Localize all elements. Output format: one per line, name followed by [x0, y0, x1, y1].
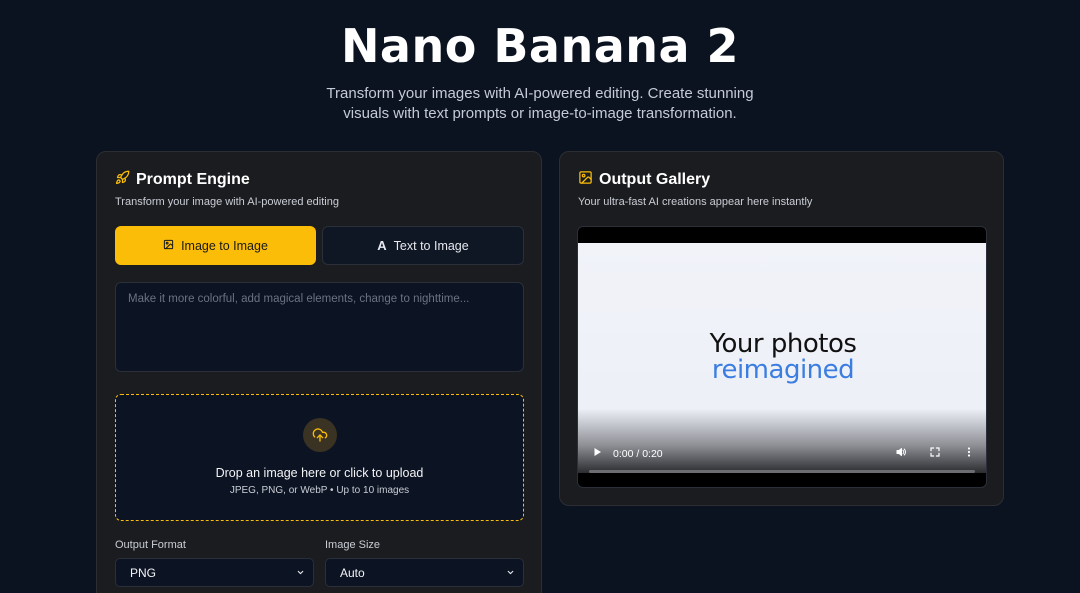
output-format-select[interactable]: PNG: [115, 558, 314, 587]
upload-title: Drop an image here or click to upload: [215, 466, 424, 480]
text-a-icon: A: [377, 238, 387, 253]
image-size-select[interactable]: Auto: [325, 558, 524, 587]
more-options-icon[interactable]: [963, 446, 975, 458]
output-gallery-title: Output Gallery: [599, 171, 711, 188]
rocket-icon: [115, 170, 130, 190]
image-upload-dropzone[interactable]: Drop an image here or click to upload JP…: [115, 394, 524, 521]
tab-label: Image to Image: [181, 238, 268, 253]
output-gallery-subtitle: Your ultra-fast AI creations appear here…: [578, 196, 813, 208]
output-gallery-header: Output Gallery: [578, 170, 710, 190]
prompt-engine-subtitle: Transform your image with AI-powered edi…: [115, 196, 339, 208]
demo-video-player[interactable]: Your photos reimagined 0:00 / 0:20: [577, 226, 987, 488]
image-size-value: Auto: [340, 565, 365, 580]
page-subtitle: Transform your images with AI-powered ed…: [326, 85, 754, 122]
image-icon: [163, 239, 174, 253]
hero: Nano Banana 2 Transform your images with…: [0, 0, 1080, 124]
fullscreen-icon[interactable]: [929, 446, 941, 458]
volume-icon[interactable]: [895, 446, 907, 458]
image-size-label: Image Size: [325, 539, 381, 551]
upload-subtitle: JPEG, PNG, or WebP • Up to 10 images: [229, 485, 410, 496]
video-progress-bar[interactable]: [589, 470, 975, 473]
image-icon: [578, 170, 593, 190]
play-icon[interactable]: [591, 446, 603, 458]
video-frame: Your photos reimagined: [578, 243, 986, 473]
prompt-engine-panel: Prompt Engine Transform your image with …: [96, 151, 542, 593]
tab-label: Text to Image: [393, 238, 469, 253]
output-gallery-panel: Output Gallery Your ultra-fast AI creati…: [559, 151, 1004, 506]
video-headline-accent: reimagined: [711, 355, 855, 385]
tab-image-to-image[interactable]: Image to Image: [115, 226, 316, 265]
prompt-engine-title: Prompt Engine: [136, 171, 250, 188]
cloud-upload-icon: [302, 418, 337, 452]
tab-text-to-image[interactable]: A Text to Image: [322, 226, 524, 265]
chevron-down-icon: [296, 566, 305, 580]
output-format-value: PNG: [130, 565, 157, 580]
page-title: Nano Banana 2: [340, 19, 740, 73]
chevron-down-icon: [506, 566, 515, 580]
video-time: 0:00 / 0:20: [613, 448, 663, 460]
prompt-engine-header: Prompt Engine: [115, 170, 250, 190]
output-format-label: Output Format: [115, 539, 186, 551]
prompt-input[interactable]: Make it more colorful, add magical eleme…: [115, 282, 524, 372]
